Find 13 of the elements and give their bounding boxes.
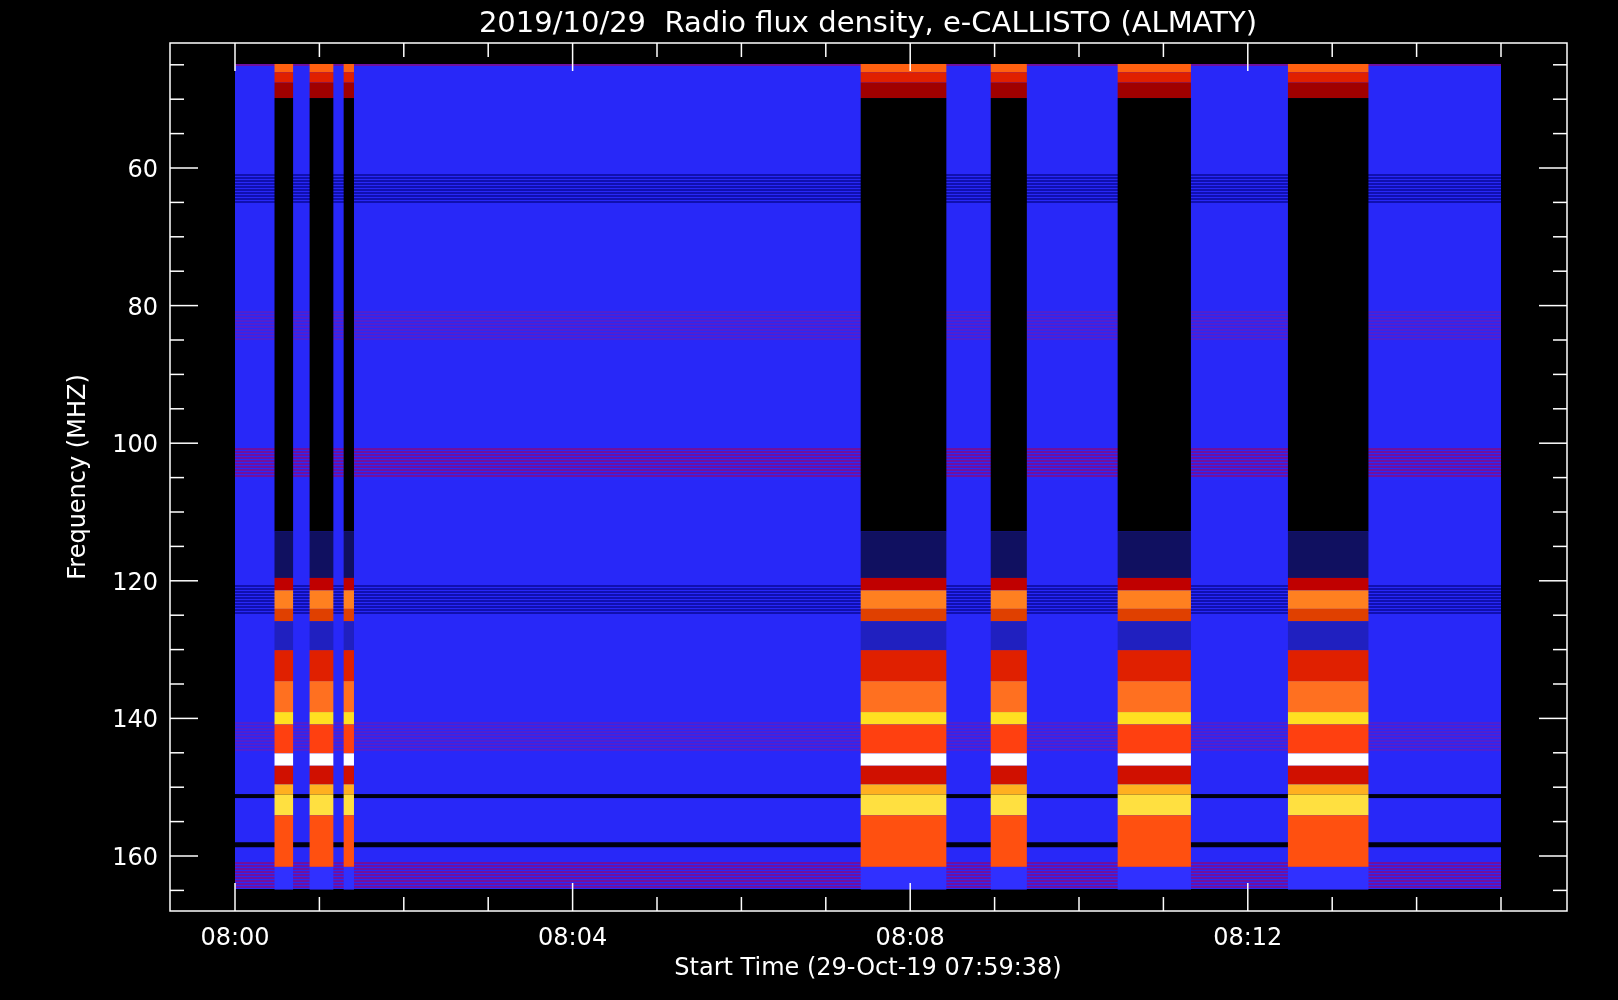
axis-tick-label: 100: [112, 430, 158, 459]
axis-tick-label: 08:08: [875, 923, 945, 951]
axis-tick-label: 120: [112, 567, 158, 596]
axis-tick-label: 140: [112, 705, 158, 734]
y-axis-label: Frequency (MHZ): [63, 374, 91, 580]
x-axis-label: Start Time (29-Oct-19 07:59:38): [674, 953, 1062, 981]
axis-tick-label: 160: [112, 843, 158, 871]
plot-title: 2019/10/29 Radio flux density, e-CALLISTO (ALMATY): [478, 5, 1258, 39]
axis-tick-label: 08:00: [200, 923, 270, 951]
axis-tick-label: 08:12: [1213, 923, 1283, 951]
axis-tick-label: 60: [127, 155, 158, 183]
axis-tick-label: 80: [127, 292, 158, 321]
axis-tick-label: 08:04: [538, 923, 608, 951]
